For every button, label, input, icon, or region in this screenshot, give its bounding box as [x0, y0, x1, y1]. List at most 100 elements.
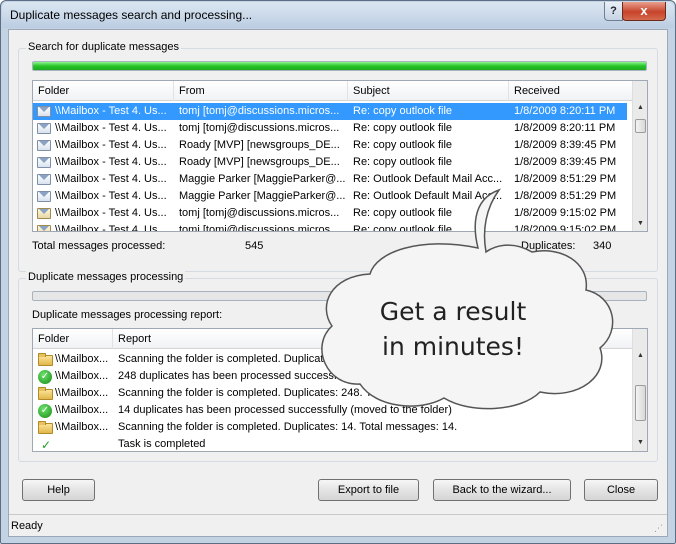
- cell-received: 1/8/2009 8:20:11 PM: [514, 105, 616, 117]
- folder-icon: [38, 421, 53, 434]
- scroll-thumb[interactable]: [635, 119, 646, 133]
- cell-report-folder: \\Mailbox...: [55, 387, 109, 399]
- mail-icon: [37, 174, 51, 185]
- column-header-subject[interactable]: Subject: [348, 81, 509, 101]
- cell-from: Maggie Parker [MaggieParker@...: [179, 173, 346, 185]
- column-header-received[interactable]: Received: [509, 81, 633, 101]
- duplicate-row[interactable]: \\Mailbox - Test 4. Us... tomj [tomj@disc…: [33, 120, 631, 137]
- folder-icon: [38, 353, 53, 366]
- cell-report-folder: [55, 436, 113, 451]
- report-list-scrollbar[interactable]: ▲ ▼: [632, 329, 647, 451]
- duplicate-row[interactable]: \\Mailbox - Test 4. Us... Roady [MVP] [ne…: [33, 154, 631, 171]
- cell-folder: \\Mailbox - Test 4. Us...: [55, 156, 167, 168]
- duplicate-row[interactable]: \\Mailbox - Test 4. Us... tomj [tomj@disc…: [33, 103, 627, 120]
- duplicates-list-header: Folder From Subject Received: [33, 81, 633, 101]
- report-row[interactable]: ✓ \\Mailbox... 14 duplicates has been proc…: [33, 402, 631, 419]
- scroll-up-arrow-icon[interactable]: ▲: [633, 349, 647, 363]
- status-bar: Ready ⋰: [9, 514, 667, 536]
- cell-received: 1/8/2009 8:51:29 PM: [514, 190, 617, 202]
- close-window-button[interactable]: x: [622, 2, 666, 21]
- cell-received: 1/8/2009 9:15:02 PM: [514, 224, 617, 232]
- column-header-from[interactable]: From: [174, 81, 348, 101]
- cell-report-folder: \\Mailbox...: [55, 370, 109, 382]
- cell-subject: Re: copy outlook file: [353, 224, 453, 232]
- total-processed-label: Total messages processed:: [32, 240, 166, 252]
- duplicate-row[interactable]: \\Mailbox - Test 4. Us... tomj [tomj@disc…: [33, 205, 631, 222]
- export-to-file-button[interactable]: Export to file: [318, 479, 419, 501]
- scroll-down-arrow-icon[interactable]: ▼: [633, 436, 647, 450]
- cell-folder: \\Mailbox - Test 4. Us...: [55, 190, 167, 202]
- cell-report-text: Task is completed: [118, 438, 206, 450]
- cell-received: 1/8/2009 8:39:45 PM: [514, 139, 617, 151]
- check-mark-icon: ✓: [41, 438, 52, 452]
- cell-from: Maggie Parker [MaggieParker@...: [179, 190, 346, 202]
- cell-from: tomj [tomj@discussions.micros...: [179, 207, 340, 219]
- mail-icon: [37, 191, 51, 202]
- mail-icon: [37, 123, 51, 134]
- close-button[interactable]: Close: [584, 479, 658, 501]
- report-row[interactable]: ✓ \\Mailbox... 248 duplicates has been pro…: [33, 368, 631, 385]
- duplicates-count-value: 340: [593, 240, 612, 252]
- dialog-client-area: Search for duplicate messages Folder Fro…: [8, 29, 668, 537]
- duplicates-list[interactable]: Folder From Subject Received \\Mailbox -…: [32, 80, 648, 232]
- check-circle-icon: ✓: [38, 370, 52, 384]
- help-button[interactable]: Help: [22, 479, 95, 501]
- cell-subject: Re: copy outlook file: [353, 105, 453, 117]
- duplicates-list-scrollbar[interactable]: ▲ ▼: [632, 81, 647, 231]
- mail-icon: [37, 106, 51, 117]
- scroll-down-arrow-icon[interactable]: ▼: [633, 217, 647, 231]
- search-progress-bar: [32, 61, 647, 71]
- opened-mail-icon: [37, 225, 51, 231]
- processing-group-label: Duplicate messages processing: [26, 271, 186, 283]
- cell-folder: \\Mailbox - Test 4. Us...: [55, 224, 167, 232]
- cell-subject: Re: copy outlook file: [353, 207, 453, 219]
- processing-progress-bar: [32, 291, 647, 301]
- cell-subject: Re: Outlook Default Mail Acc...: [353, 173, 503, 185]
- duplicate-row[interactable]: \\Mailbox - Test 4. Us... Maggie Parker […: [33, 171, 631, 188]
- title-bar[interactable]: Duplicate messages search and processing…: [2, 2, 674, 28]
- cell-report-text: 248 duplicates has been processed succes…: [118, 370, 458, 382]
- mail-icon: [37, 157, 51, 168]
- scroll-up-arrow-icon[interactable]: ▲: [633, 101, 647, 115]
- cell-subject: Re: copy outlook file: [353, 122, 453, 134]
- mail-icon: [37, 140, 51, 151]
- callout-text-line-2: in minutes!: [382, 332, 524, 361]
- search-group-label: Search for duplicate messages: [26, 41, 182, 53]
- cell-received: 1/8/2009 8:51:29 PM: [514, 173, 617, 185]
- cell-from: Roady [MVP] [newsgroups_DE...: [179, 139, 340, 151]
- duplicate-row[interactable]: \\Mailbox - Test 4. Us... tomj [tomj@disc…: [33, 222, 631, 232]
- cell-folder: \\Mailbox - Test 4. Us...: [55, 139, 167, 151]
- cell-from: tomj [tomj@discussions.micros...: [179, 122, 340, 134]
- column-header-report-folder[interactable]: Folder: [33, 329, 113, 349]
- back-to-wizard-button[interactable]: Back to the wizard...: [433, 479, 571, 501]
- report-row[interactable]: \\Mailbox... Scanning the folder is compl…: [33, 419, 631, 436]
- scroll-thumb[interactable]: [635, 385, 646, 421]
- cell-report-text: 14 duplicates has been processed success…: [118, 404, 452, 416]
- cell-report-folder: \\Mailbox...: [55, 421, 109, 433]
- help-title-button[interactable]: ?: [604, 2, 623, 21]
- cell-folder: \\Mailbox - Test 4. Us...: [55, 207, 167, 219]
- processing-report-list[interactable]: Folder Report \\Mailbox... Scanning the f…: [32, 328, 648, 452]
- duplicate-row[interactable]: \\Mailbox - Test 4. Us... Roady [MVP] [ne…: [33, 137, 631, 154]
- check-circle-icon: ✓: [38, 404, 52, 418]
- report-row[interactable]: ✓ Task is completed: [33, 436, 631, 452]
- cell-folder: \\Mailbox - Test 4. Us...: [55, 122, 167, 134]
- status-text: Ready: [11, 520, 43, 532]
- cell-from: tomj [tomj@discussions.micros...: [179, 224, 340, 232]
- report-row[interactable]: \\Mailbox... Scanning the folder is compl…: [33, 351, 631, 368]
- duplicate-row[interactable]: \\Mailbox - Test 4. Us... Maggie Parker […: [33, 188, 631, 205]
- report-list-header: Folder Report: [33, 329, 633, 349]
- dialog-window: Duplicate messages search and processing…: [0, 0, 676, 544]
- cell-received: 1/8/2009 8:20:11 PM: [514, 122, 616, 134]
- search-progress-fill: [33, 62, 646, 70]
- report-row[interactable]: \\Mailbox... Scanning the folder is compl…: [33, 385, 631, 402]
- cell-subject: Re: copy outlook file: [353, 156, 453, 168]
- total-processed-value: 545: [245, 240, 264, 252]
- cell-received: 1/8/2009 8:39:45 PM: [514, 156, 617, 168]
- resize-grip-icon[interactable]: ⋰: [654, 523, 663, 534]
- cell-from: Roady [MVP] [newsgroups_DE...: [179, 156, 340, 168]
- window-title: Duplicate messages search and processing…: [10, 8, 253, 22]
- column-header-folder[interactable]: Folder: [33, 81, 174, 101]
- processing-report-label: Duplicate messages processing report:: [32, 309, 223, 321]
- cell-subject: Re: Outlook Default Mail Acc...: [353, 190, 503, 202]
